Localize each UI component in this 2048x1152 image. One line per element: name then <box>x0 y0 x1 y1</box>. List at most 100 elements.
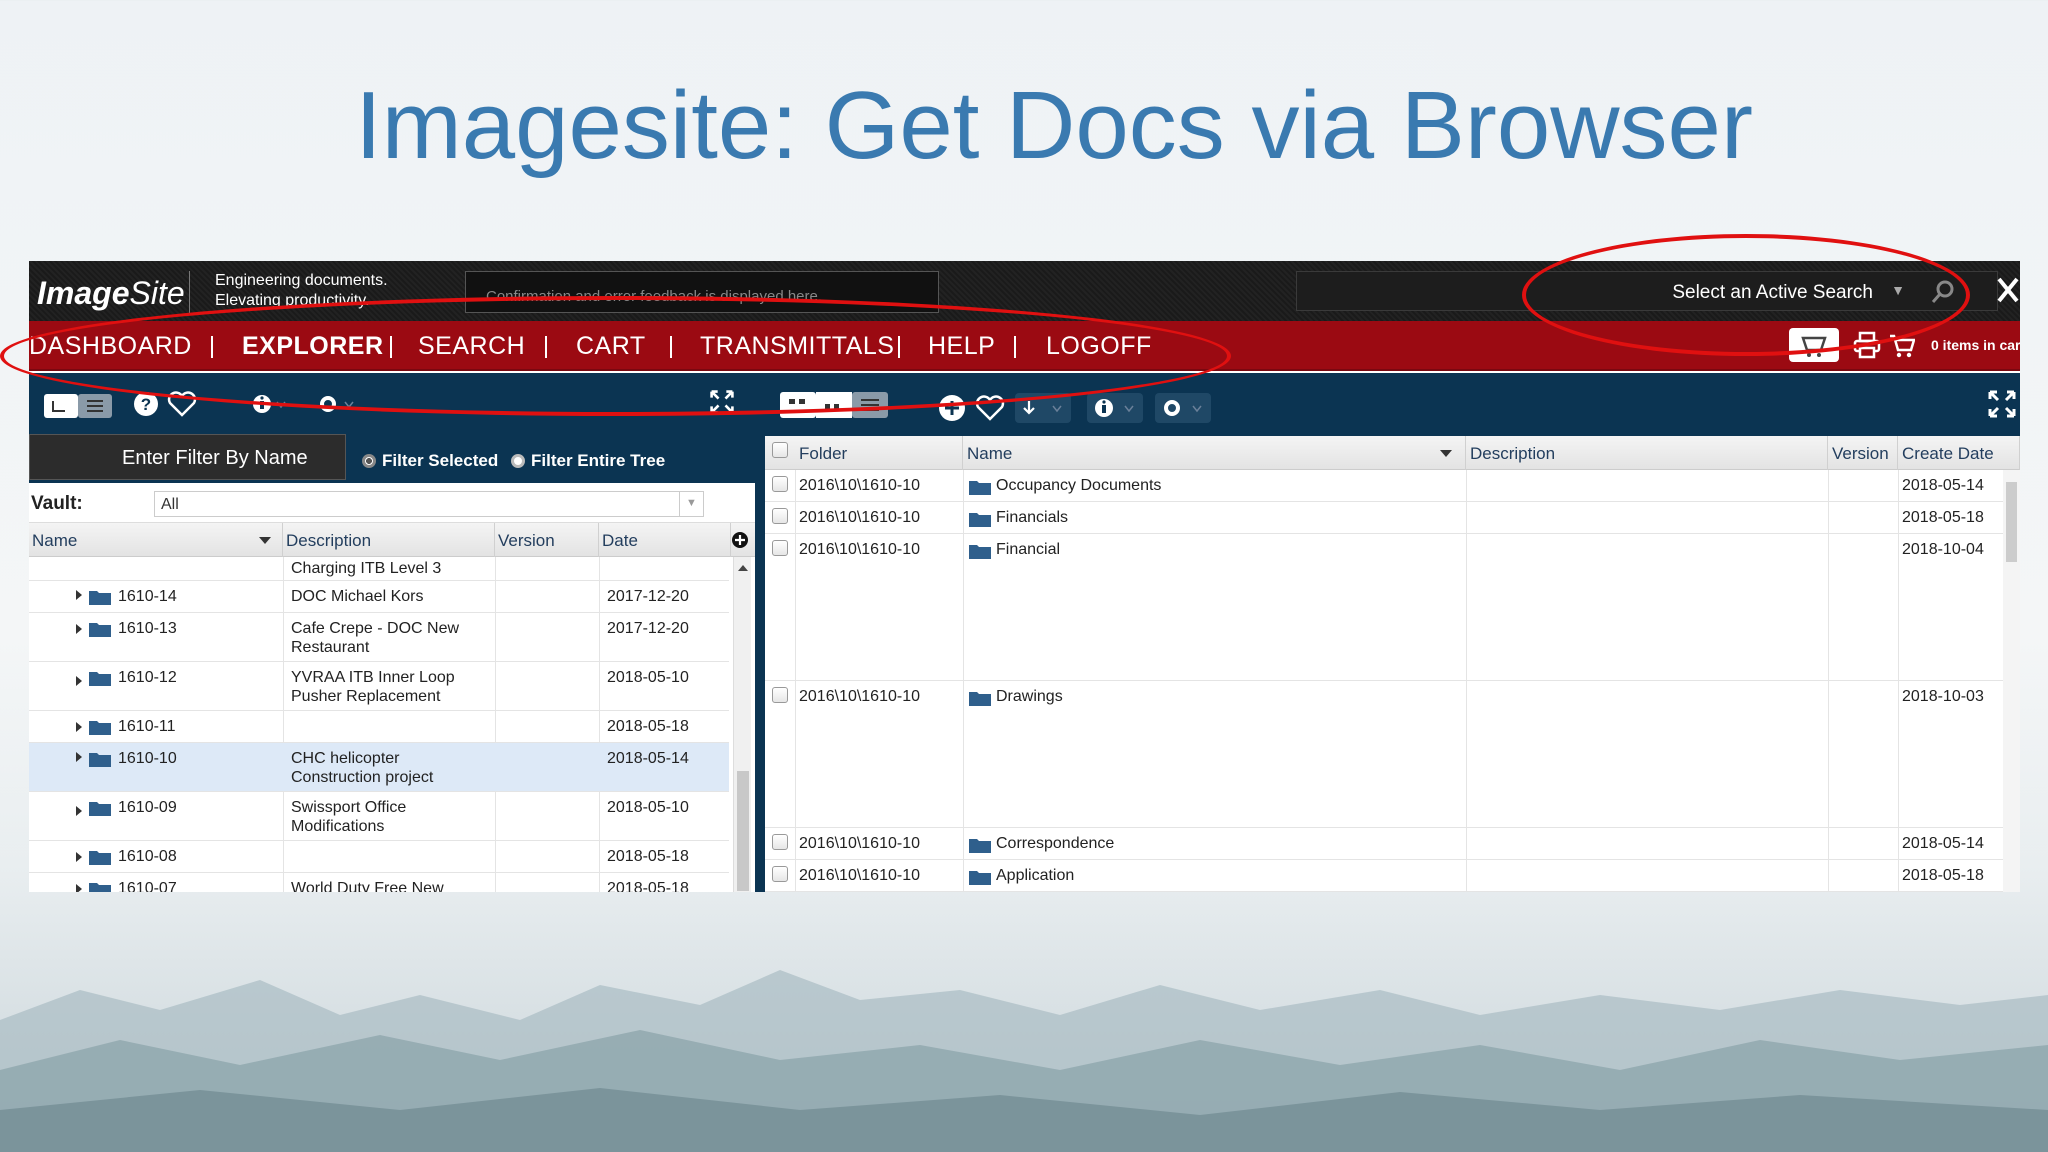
row-folder: 2016\10\1610-10 <box>799 509 920 526</box>
maximize-icon[interactable] <box>1987 389 2017 419</box>
row-checkbox[interactable] <box>772 866 788 882</box>
row-name: Occupancy Documents <box>996 477 1162 494</box>
row-date: 2018-05-18 <box>1902 509 1984 526</box>
settings-dropdown[interactable] <box>1155 393 1211 423</box>
tree-row[interactable]: 1610-13 Cafe Crepe - DOC New Restaurant 2… <box>29 613 729 662</box>
expand-arrow-icon[interactable] <box>76 624 82 634</box>
row-description: Cafe Crepe - DOC New Restaurant <box>291 619 459 657</box>
document-row[interactable]: 2016\10\1610-10 Occupancy Documents 2018… <box>765 470 2003 502</box>
mountain-backdrop <box>0 970 2048 1152</box>
vault-select[interactable]: All ▼ <box>154 491 704 517</box>
expand-arrow-icon[interactable] <box>76 590 82 600</box>
row-checkbox[interactable] <box>772 834 788 850</box>
row-name: 1610-10 <box>118 750 177 767</box>
tree-grid-header: Name Description Version Date <box>29 523 755 557</box>
row-date: 2018-05-10 <box>607 669 689 686</box>
expand-arrow-icon[interactable] <box>76 722 82 732</box>
vault-value: All <box>161 496 179 513</box>
expand-arrow-icon[interactable] <box>76 676 82 686</box>
tools-icon[interactable] <box>1995 275 2020 305</box>
expand-arrow-icon[interactable] <box>76 752 82 762</box>
row-description-line: Modifications <box>291 818 385 835</box>
tree-row[interactable]: 1610-07 World Duty Free New 2018-05-18 <box>29 873 729 892</box>
col-name[interactable]: Name <box>963 436 1466 470</box>
row-description-line: YVRAA ITB Inner Loop <box>291 669 455 686</box>
row-name: Correspondence <box>996 835 1115 852</box>
col-version[interactable]: Version <box>1828 436 1898 470</box>
row-name: Financials <box>996 509 1069 526</box>
chevron-down-icon: ▼ <box>679 492 703 516</box>
folder-icon <box>969 545 991 559</box>
tagline-line-1: Engineering documents. <box>215 272 388 289</box>
row-name: 1610-13 <box>118 620 177 637</box>
row-name: Financial <box>996 541 1061 558</box>
row-date: 2018-05-18 <box>1902 867 1984 884</box>
document-row[interactable]: 2016\10\1610-10 Financials 2018-05-18 <box>765 502 2003 534</box>
row-folder: 2016\10\1610-10 <box>799 541 920 558</box>
select-all-checkbox[interactable] <box>772 442 788 458</box>
expand-arrow-icon[interactable] <box>76 884 82 892</box>
tree-scrollbar[interactable] <box>733 557 751 892</box>
row-date: 2017-12-20 <box>607 588 689 605</box>
folder-icon <box>89 851 111 865</box>
row-folder: 2016\10\1610-10 <box>799 477 920 494</box>
tree-row[interactable]: 1610-11 2018-05-18 <box>29 711 729 743</box>
svg-text:?: ? <box>141 395 151 414</box>
row-description: CHC helicopter Construction project <box>291 749 433 787</box>
imagesite-logo[interactable]: ImageSite <box>37 275 185 312</box>
folder-icon <box>89 883 111 892</box>
col-description[interactable]: Description <box>283 523 495 557</box>
radio-dot <box>362 454 376 468</box>
document-row[interactable]: 2016\10\1610-10 Application 2018-05-18 <box>765 860 2003 892</box>
folder-icon <box>89 591 111 605</box>
tree-row[interactable]: 1610-09 Swissport Office Modifications 20… <box>29 792 729 841</box>
panel-splitter[interactable] <box>755 373 765 892</box>
folder-icon <box>89 721 111 735</box>
radio-label: Filter Selected <box>382 451 499 470</box>
col-folder[interactable]: Folder <box>795 436 963 470</box>
scroll-thumb[interactable] <box>737 771 749 891</box>
row-checkbox[interactable] <box>772 687 788 703</box>
row-folder: 2016\10\1610-10 <box>799 688 920 705</box>
folder-icon <box>969 481 991 495</box>
col-create-date[interactable]: Create Date <box>1898 436 2020 470</box>
row-name: 1610-09 <box>118 799 177 816</box>
add-column-icon[interactable] <box>731 531 749 549</box>
scroll-thumb[interactable] <box>2006 482 2017 562</box>
col-description[interactable]: Description <box>1466 436 1828 470</box>
tree-row[interactable]: 1610-08 2018-05-18 <box>29 841 729 873</box>
row-checkbox[interactable] <box>772 508 788 524</box>
row-checkbox[interactable] <box>772 476 788 492</box>
radio-filter-entire-tree[interactable]: Filter Entire Tree <box>511 451 665 471</box>
documents-scrollbar[interactable] <box>2003 470 2020 892</box>
row-date: 2018-05-14 <box>1902 477 1984 494</box>
row-description-line: Restaurant <box>291 639 370 656</box>
row-name: Application <box>996 867 1075 884</box>
document-row[interactable]: 2016\10\1610-10 Correspondence 2018-05-1… <box>765 828 2003 860</box>
col-version[interactable]: Version <box>495 523 599 557</box>
row-name: 1610-14 <box>118 588 177 605</box>
sort-desc-icon <box>259 537 271 544</box>
tree-row[interactable]: Charging ITB Level 3 <box>29 557 729 581</box>
document-row[interactable]: 2016\10\1610-10 Financial 2018-10-04 <box>765 534 2003 681</box>
vault-row: Vault: All ▼ <box>29 483 755 523</box>
row-description: World Duty Free New <box>291 880 444 892</box>
view-toggle[interactable] <box>43 393 113 419</box>
scroll-up-icon[interactable] <box>738 565 748 571</box>
col-name[interactable]: Name <box>29 523 283 557</box>
documents-panel: Folder Name Description Version Create D… <box>765 373 2020 892</box>
radio-filter-selected[interactable]: Filter Selected <box>362 451 498 471</box>
col-date[interactable]: Date <box>599 523 731 557</box>
row-folder: 2016\10\1610-10 <box>799 867 920 884</box>
expand-arrow-icon[interactable] <box>76 806 82 816</box>
expand-arrow-icon[interactable] <box>76 852 82 862</box>
tree-row[interactable]: 1610-14 DOC Michael Kors 2017-12-20 <box>29 581 729 613</box>
row-checkbox[interactable] <box>772 540 788 556</box>
tree-row-selected[interactable]: 1610-10 CHC helicopter Construction proje… <box>29 743 729 792</box>
info-dropdown[interactable] <box>1087 393 1143 423</box>
filter-by-name-input[interactable]: Enter Filter By Name <box>29 434 346 480</box>
document-row[interactable]: 2016\10\1610-10 Drawings 2018-10-03 <box>765 681 2003 828</box>
tree-row[interactable]: 1610-12 YVRAA ITB Inner Loop Pusher Repla… <box>29 662 729 711</box>
highlight-ellipse-nav <box>0 296 1231 416</box>
folder-icon <box>89 672 111 686</box>
